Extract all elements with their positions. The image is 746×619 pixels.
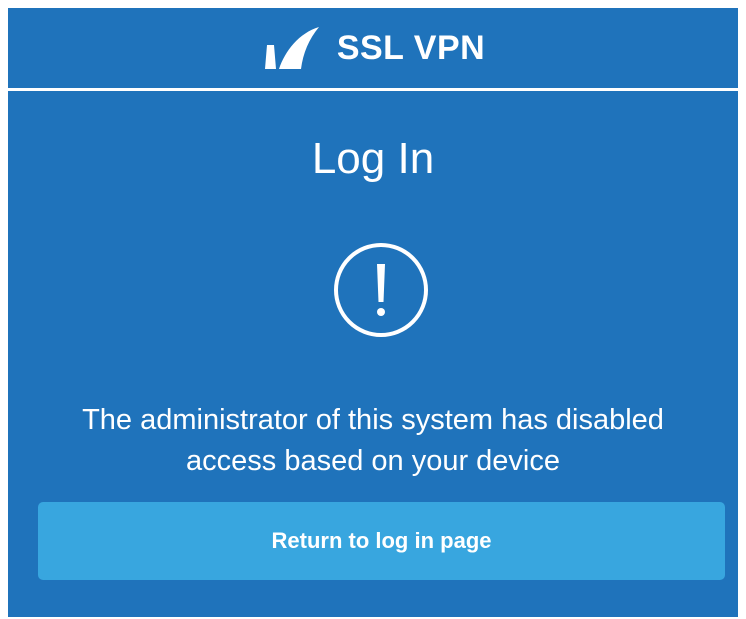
exclamation-circle-icon: [334, 243, 428, 337]
message-line-1: The administrator of this system has dis…: [82, 404, 664, 436]
shark-fin-logo-icon: [264, 27, 319, 69]
vpn-login-panel: SSL VPN Log In The administrator of this…: [8, 8, 738, 617]
brand-title: SSL VPN: [336, 28, 486, 67]
header-divider: [8, 88, 738, 91]
return-to-login-button[interactable]: Return to log in page: [38, 502, 725, 580]
message-line-2: access based on your device: [186, 445, 560, 477]
page-title: Log In: [311, 134, 435, 183]
access-denied-message: The administrator of this system has dis…: [28, 400, 718, 482]
header: SSL VPN: [8, 8, 738, 88]
